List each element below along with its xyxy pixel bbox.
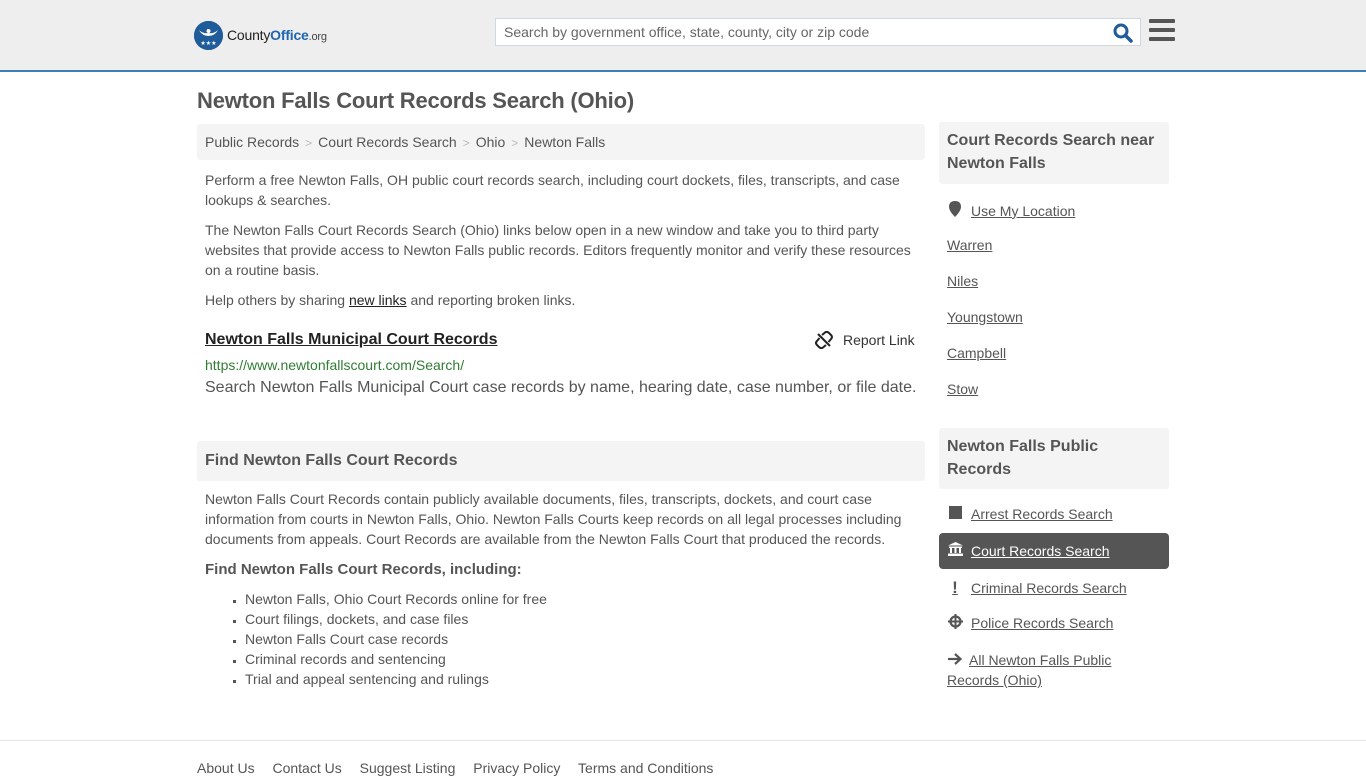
nearby-city-stow[interactable]: Stow xyxy=(947,381,978,397)
sidebar-item-criminal-records[interactable]: ! Criminal Records Search xyxy=(947,578,1127,598)
footer-links: About Us Contact Us Suggest Listing Priv… xyxy=(197,760,727,776)
list-item: Criminal records and sentencing xyxy=(245,649,547,669)
search-icon[interactable] xyxy=(1112,22,1134,44)
breadcrumb-separator: > xyxy=(305,136,313,150)
nearby-heading: Court Records Search near Newton Falls xyxy=(939,122,1169,184)
eagle-logo-icon: ★★★ xyxy=(194,20,223,50)
help-paragraph: Help others by sharing new links and rep… xyxy=(205,290,920,310)
sidebar-item-label: Police Records Search xyxy=(971,615,1114,631)
footer-link-privacy-policy[interactable]: Privacy Policy xyxy=(473,760,560,776)
sidebar-item-label: Criminal Records Search xyxy=(971,580,1127,596)
result-description: Search Newton Falls Municipal Court case… xyxy=(205,379,917,396)
crosshair-icon xyxy=(947,614,963,632)
help-text-end: and reporting broken links. xyxy=(406,292,576,308)
report-link-button[interactable]: Report Link xyxy=(815,331,915,349)
search-box xyxy=(495,18,1141,46)
site-header: ★★★ CountyOffice.org xyxy=(0,0,1366,72)
list-item: Court filings, dockets, and case files xyxy=(245,609,547,629)
sidebar-item-all-public-records[interactable]: All Newton Falls Public Records (Ohio) xyxy=(947,650,1137,690)
breadcrumb-newton-falls[interactable]: Newton Falls xyxy=(524,134,605,150)
page-title: Newton Falls Court Records Search (Ohio) xyxy=(197,88,634,113)
logo[interactable]: ★★★ CountyOffice.org xyxy=(194,20,327,50)
breadcrumb-court-records-search[interactable]: Court Records Search xyxy=(318,134,457,150)
sidebar-item-court-records-active: Court Records Search xyxy=(939,533,1169,569)
nearby-city-warren[interactable]: Warren xyxy=(947,237,992,253)
sidebar-item-court-records[interactable]: Court Records Search xyxy=(947,542,1110,559)
sidebar-item-police-records[interactable]: Police Records Search xyxy=(947,614,1113,632)
sidebar-item-arrest-records[interactable]: Arrest Records Search xyxy=(947,506,1113,522)
list-item: Newton Falls Court case records xyxy=(245,629,547,649)
breadcrumb-separator: > xyxy=(511,136,519,150)
footer-link-about-us[interactable]: About Us xyxy=(197,760,255,776)
use-my-location-link[interactable]: Use My Location xyxy=(947,201,1075,220)
logo-text: CountyOffice.org xyxy=(227,27,327,43)
footer-link-terms[interactable]: Terms and Conditions xyxy=(578,760,713,776)
result-title-link[interactable]: Newton Falls Municipal Court Records xyxy=(205,331,497,349)
list-item: Newton Falls, Ohio Court Records online … xyxy=(245,589,547,609)
disclaimer-paragraph: The Newton Falls Court Records Search (O… xyxy=(205,222,911,278)
nearby-city-niles[interactable]: Niles xyxy=(947,273,978,289)
use-my-location-label: Use My Location xyxy=(971,202,1076,219)
find-section-text: Newton Falls Court Records contain publi… xyxy=(205,491,902,547)
list-item: Trial and appeal sentencing and rulings xyxy=(245,669,547,689)
broken-link-icon xyxy=(815,331,833,349)
find-section-heading: Find Newton Falls Court Records xyxy=(197,441,925,481)
new-links-link[interactable]: new links xyxy=(349,292,407,308)
find-section-subheading: Find Newton Falls Court Records, includi… xyxy=(205,561,522,578)
breadcrumb-separator: > xyxy=(462,136,470,150)
sidebar-item-label: Court Records Search xyxy=(971,542,1110,559)
arrow-right-icon xyxy=(947,650,963,670)
public-records-heading: Newton Falls Public Records xyxy=(939,428,1169,489)
sidebar-item-label: All Newton Falls Public Records (Ohio) xyxy=(947,652,1112,688)
intro-paragraph: Perform a free Newton Falls, OH public c… xyxy=(205,172,900,208)
exclamation-icon: ! xyxy=(952,578,958,597)
svg-text:★★★: ★★★ xyxy=(200,40,216,47)
breadcrumb: Public Records > Court Records Search > Ohio… xyxy=(197,124,925,160)
courthouse-icon xyxy=(947,542,963,559)
breadcrumb-public-records[interactable]: Public Records xyxy=(205,134,299,150)
sidebar-item-label: Arrest Records Search xyxy=(971,506,1113,522)
footer-link-suggest-listing[interactable]: Suggest Listing xyxy=(360,760,456,776)
map-marker-icon xyxy=(947,201,963,220)
hamburger-menu-icon[interactable] xyxy=(1149,19,1175,43)
find-section-list: Newton Falls, Ohio Court Records online … xyxy=(245,589,547,689)
search-input[interactable] xyxy=(496,19,1106,45)
square-icon xyxy=(947,506,963,522)
help-text: Help others by sharing xyxy=(205,292,349,308)
nearby-city-youngstown[interactable]: Youngstown xyxy=(947,309,1023,325)
footer-link-contact-us[interactable]: Contact Us xyxy=(272,760,341,776)
report-link-label: Report Link xyxy=(843,332,915,348)
nearby-city-campbell[interactable]: Campbell xyxy=(947,345,1006,361)
breadcrumb-ohio[interactable]: Ohio xyxy=(476,134,506,150)
result-url: https://www.newtonfallscourt.com/Search/ xyxy=(205,357,465,373)
footer-divider xyxy=(0,740,1366,741)
